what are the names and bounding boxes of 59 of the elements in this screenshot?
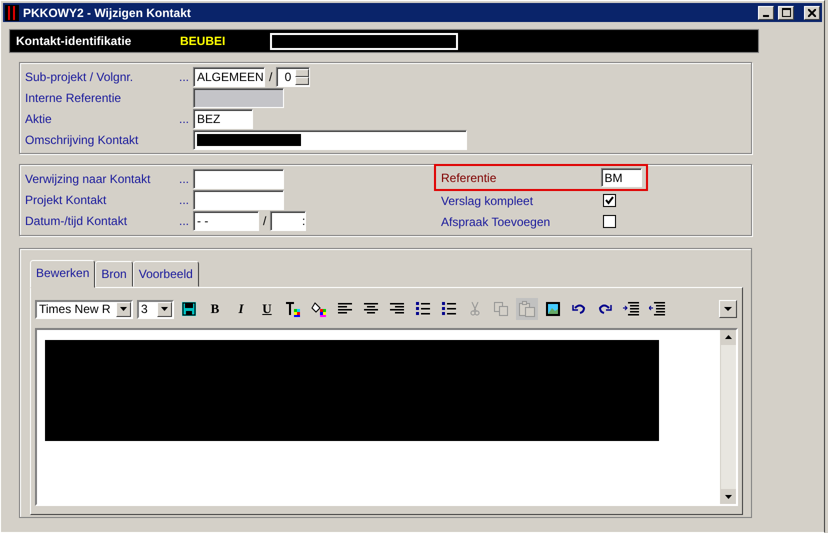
field-label: Omschrijving Kontakt xyxy=(25,132,140,148)
tab[interactable]: Bewerken xyxy=(30,260,96,288)
minimize-icon xyxy=(763,14,769,16)
input-field[interactable]: BEZ xyxy=(193,108,253,128)
field-label: Sub-projekt / Volgnr. xyxy=(25,68,134,86)
tab[interactable]: Bron xyxy=(95,261,133,287)
spin-buttons[interactable] xyxy=(295,68,310,84)
field-label: Referentie xyxy=(441,170,498,186)
editor-area[interactable] xyxy=(35,328,738,506)
input-field[interactable]: - - xyxy=(193,210,259,230)
dots-label: ... xyxy=(179,192,190,208)
checkbox[interactable] xyxy=(603,194,616,207)
select-value: Times New R xyxy=(39,301,112,318)
scroll-up-icon[interactable] xyxy=(721,330,736,345)
input-field[interactable] xyxy=(193,190,284,210)
field-label: Datum-/tijd Kontakt xyxy=(25,212,128,230)
dots-label: ... xyxy=(179,68,190,86)
checkbox[interactable] xyxy=(603,215,616,228)
input-field[interactable] xyxy=(193,130,467,150)
input-field[interactable] xyxy=(193,168,284,188)
app-icon xyxy=(5,4,19,22)
close-icon xyxy=(808,8,816,16)
header-label: Kontakt-identifikatie xyxy=(16,33,132,50)
more-button[interactable] xyxy=(719,300,737,318)
italic-button[interactable]: I xyxy=(230,298,252,320)
input-field[interactable] xyxy=(193,88,284,108)
input-field[interactable]: BM xyxy=(600,168,642,187)
separator-label: / xyxy=(262,212,268,230)
separator-label: / xyxy=(268,68,274,86)
field-label: Interne Referentie xyxy=(25,90,122,106)
scrollbar[interactable] xyxy=(720,330,736,504)
dots-label: ... xyxy=(179,212,190,230)
minimize-button[interactable] xyxy=(758,6,774,20)
number-field[interactable]: : xyxy=(270,210,306,230)
scroll-down-icon[interactable] xyxy=(721,489,736,504)
number-field[interactable]: 0 xyxy=(276,66,310,86)
dots-label: ... xyxy=(179,170,190,188)
header-code: BEUBEI xyxy=(180,33,226,50)
field-label: Afspraak Toevoegen xyxy=(441,214,552,230)
field-label: Projekt Kontakt xyxy=(25,192,108,208)
maximize-icon xyxy=(782,8,790,17)
tab[interactable]: Voorbeeld xyxy=(132,261,199,287)
input-field[interactable]: ALGEMEEN xyxy=(193,66,265,86)
field-label: Verslag kompleet xyxy=(441,192,534,210)
header-field[interactable] xyxy=(270,32,458,50)
dropdown-arrow-icon xyxy=(724,307,732,311)
maximize-button[interactable] xyxy=(778,6,794,20)
close-button[interactable] xyxy=(804,6,820,20)
dots-label: ... xyxy=(179,110,190,128)
field-value: : xyxy=(301,212,306,228)
select-value: 3 xyxy=(141,301,149,318)
window-title: PKKOWY2 - Wijzigen Kontakt xyxy=(23,4,192,22)
underline-button[interactable]: U xyxy=(256,298,278,320)
font-select[interactable]: Times New R xyxy=(35,300,133,318)
field-label: Aktie xyxy=(25,110,53,128)
field-value: 0 xyxy=(284,68,292,84)
bold-button[interactable]: B xyxy=(204,298,226,320)
size-select[interactable]: 3 xyxy=(137,300,174,318)
field-label: Verwijzing naar Kontakt xyxy=(25,170,152,188)
